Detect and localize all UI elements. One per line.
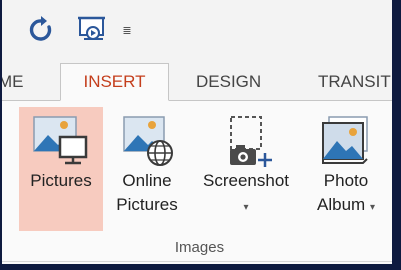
images-group-label: Images (174, 239, 225, 256)
redo-button[interactable] (24, 14, 58, 46)
pictures-label: Pictures (30, 171, 92, 190)
online-pictures-icon (123, 116, 173, 166)
present-from-start-icon (78, 16, 105, 40)
pictures-icon (33, 116, 88, 165)
online-pictures-label-line2: Pictures (116, 195, 178, 214)
screenshot-label: Screenshot (203, 171, 289, 190)
tab-design[interactable]: DESIGN (196, 63, 261, 101)
customize-qat-button[interactable]: ≣ (116, 14, 138, 46)
tab-insert[interactable]: INSERT (60, 63, 169, 101)
photo-album-label-line1: Photo (323, 171, 369, 190)
photo-album-label-line2: Album ▾ (317, 195, 375, 214)
online-pictures-button[interactable]: Online Pictures (107, 107, 187, 231)
tab-transitions[interactable]: TRANSIT (318, 63, 391, 101)
ribbon-panel: Pictures Online Pictures Screenshot ▾ Ph… (2, 101, 392, 264)
online-pictures-label-line1: Online (122, 171, 172, 190)
ribbon-group-divider (2, 261, 392, 262)
tab-home[interactable]: ME (2, 63, 24, 101)
redo-icon (29, 16, 52, 41)
photo-album-button[interactable]: Photo Album ▾ (305, 107, 387, 231)
start-from-beginning-button[interactable] (76, 14, 110, 46)
quick-access-toolbar: ≣ (2, 0, 392, 55)
screenshot-icon (230, 116, 272, 167)
photo-album-icon (322, 116, 368, 164)
screenshot-button[interactable]: Screenshot ▾ (190, 107, 302, 231)
photo-album-dropdown-arrow-icon: ▾ (369, 202, 375, 213)
ribbon-tabs: ME INSERT DESIGN TRANSIT (2, 55, 392, 101)
screenshot-dropdown-arrow-icon: ▾ (243, 202, 249, 213)
customize-qat-arrow-icon: ≣ (122, 24, 132, 37)
pictures-button[interactable]: Pictures (19, 107, 103, 231)
powerpoint-window: ≣ ME INSERT DESIGN TRANSIT Pictures Onli… (2, 0, 392, 264)
